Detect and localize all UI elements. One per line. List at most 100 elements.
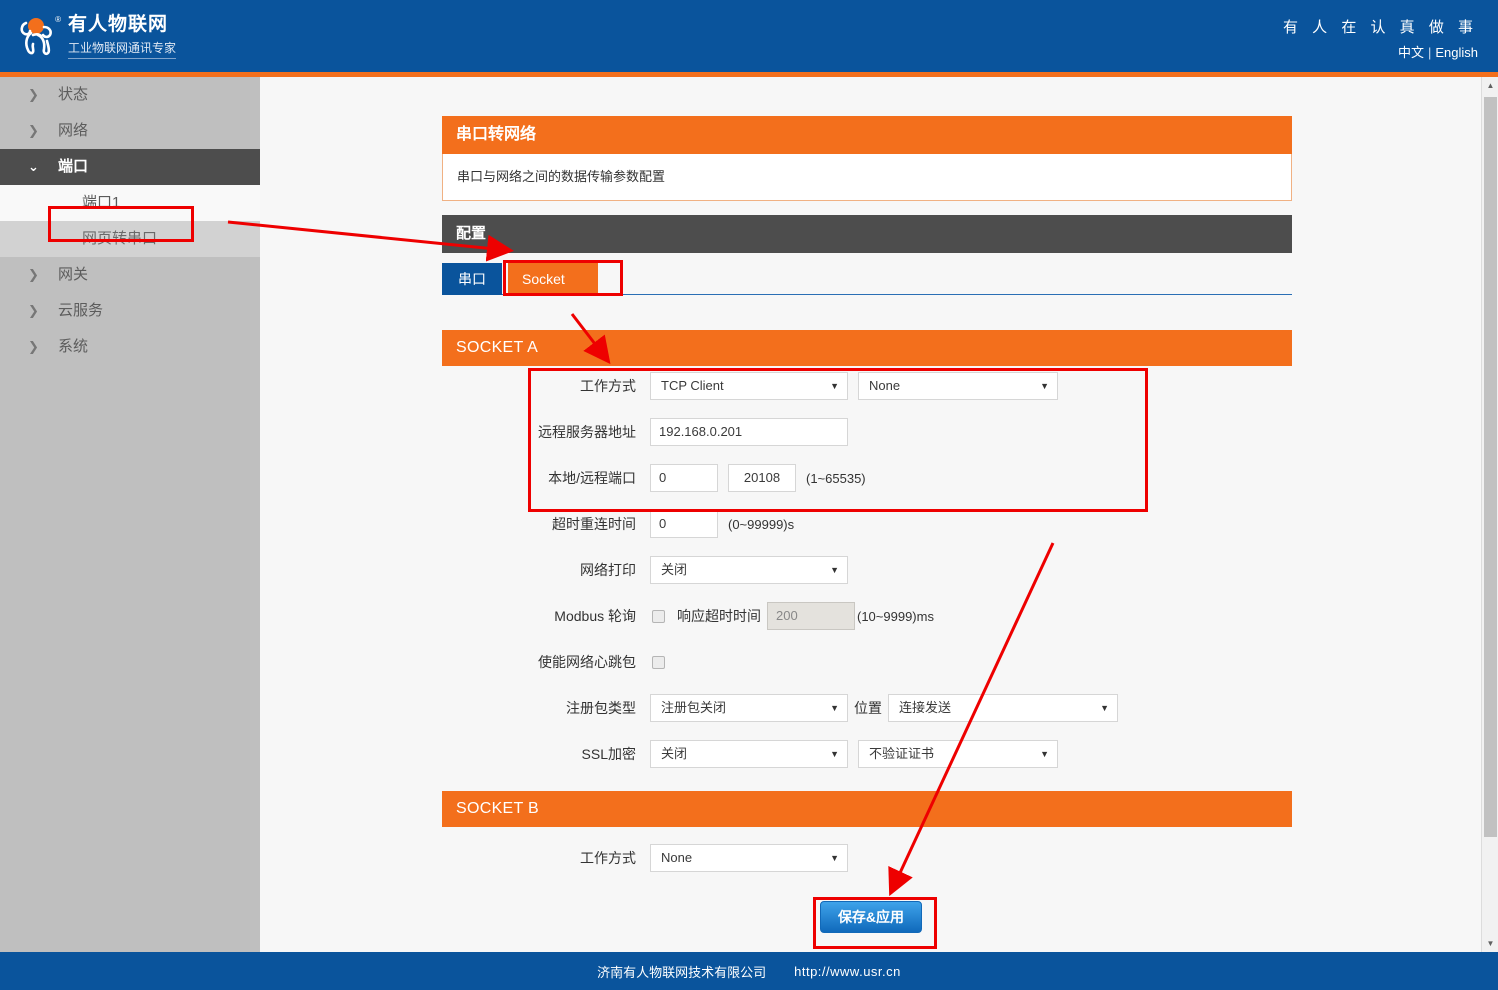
sidebar-item-label: 系统 <box>58 338 88 355</box>
select-reg-position[interactable]: 连接发送 ▼ <box>888 694 1118 722</box>
label-work-mode-b: 工作方式 <box>442 848 650 868</box>
sidebar-item-network[interactable]: ❯ 网络 <box>0 113 260 149</box>
row-work-mode-a: 工作方式 TCP Client ▼ None ▼ <box>442 363 1292 409</box>
row-ports: 本地/远程端口 0 20108 (1~65535) <box>442 455 1292 501</box>
sidebar-item-label: 状态 <box>58 86 88 103</box>
select-work-mode-a-sub[interactable]: None ▼ <box>858 372 1058 400</box>
language-switcher: 中文 | English <box>1398 42 1478 61</box>
socket-b-form: 工作方式 None ▼ <box>442 835 1292 881</box>
sidebar-item-cloud[interactable]: ❯ 云服务 <box>0 293 260 329</box>
socket-a-form: 工作方式 TCP Client ▼ None ▼ 远程服务器地址 192.168… <box>442 363 1292 777</box>
label-modbus-timeout: 响应超时时间 <box>677 606 761 626</box>
usr-logo: ® <box>14 12 62 60</box>
label-remote-address: 远程服务器地址 <box>442 422 650 442</box>
checkbox-modbus-poll[interactable] <box>652 610 665 623</box>
input-remote-port[interactable]: 20108 <box>728 464 796 492</box>
chevron-down-icon: ▼ <box>830 845 839 871</box>
checkbox-heartbeat[interactable] <box>652 656 665 669</box>
select-work-mode-a-value: TCP Client <box>661 378 724 393</box>
select-ssl-verify-value: 不验证证书 <box>869 746 934 761</box>
chevron-right-icon: ❯ <box>28 77 44 113</box>
save-button-wrap: 保存&应用 <box>820 901 922 933</box>
scrollbar-thumb[interactable] <box>1484 97 1497 837</box>
select-network-print[interactable]: 关闭 ▼ <box>650 556 848 584</box>
row-work-mode-b: 工作方式 None ▼ <box>442 835 1292 881</box>
footer-company: 济南有人物联网技术有限公司 <box>597 962 766 981</box>
select-reg-package-value: 注册包关闭 <box>661 700 726 715</box>
sidebar-item-label: 端口 <box>58 158 88 175</box>
select-work-mode-a-sub-value: None <box>869 378 900 393</box>
label-reg-position: 位置 <box>854 698 882 718</box>
brand-subtitle: 工业物联网通讯专家 <box>68 39 176 59</box>
row-reconnect-timeout: 超时重连时间 0 (0~99999)s <box>442 501 1292 547</box>
input-remote-address[interactable]: 192.168.0.201 <box>650 418 848 446</box>
registered-mark-icon: ® <box>55 15 61 24</box>
brand-block: 有人物联网 工业物联网通讯专家 <box>68 13 176 59</box>
select-reg-position-value: 连接发送 <box>899 700 951 715</box>
sidebar-subitem-label: 网页转串口 <box>82 230 157 247</box>
label-network-print: 网络打印 <box>442 560 650 580</box>
chevron-down-icon: ▼ <box>1040 741 1049 767</box>
select-work-mode-b-value: None <box>661 850 692 865</box>
sidebar-nav: ❯ 状态 ❯ 网络 ⌄ 端口 端口1 网页转串口 ❯ 网关 ❯ 云服务 ❯ 系统 <box>0 77 260 952</box>
label-work-mode-a: 工作方式 <box>442 376 650 396</box>
chevron-down-icon: ▼ <box>1040 373 1049 399</box>
select-work-mode-a[interactable]: TCP Client ▼ <box>650 372 848 400</box>
label-heartbeat: 使能网络心跳包 <box>442 652 650 672</box>
chevron-down-icon: ▼ <box>830 741 839 767</box>
main-content: 串口转网络 串口与网络之间的数据传输参数配置 配置 串口 Socket SOCK… <box>260 77 1469 952</box>
select-reg-package[interactable]: 注册包关闭 ▼ <box>650 694 848 722</box>
config-tabs: 串口 Socket <box>442 263 1292 295</box>
select-network-print-value: 关闭 <box>661 562 687 577</box>
row-reg-package: 注册包类型 注册包关闭 ▼ 位置 连接发送 ▼ <box>442 685 1292 731</box>
page-scrollbar[interactable]: ▲ ▼ <box>1481 77 1498 952</box>
select-work-mode-b[interactable]: None ▼ <box>650 844 848 872</box>
label-reg-package: 注册包类型 <box>442 698 650 718</box>
page-intro-panel: 串口转网络 串口与网络之间的数据传输参数配置 <box>442 116 1292 201</box>
label-ports: 本地/远程端口 <box>442 468 650 488</box>
chevron-right-icon: ❯ <box>28 257 44 293</box>
sidebar-item-port[interactable]: ⌄ 端口 <box>0 149 260 185</box>
sidebar-item-status[interactable]: ❯ 状态 <box>0 77 260 113</box>
chevron-down-icon: ▼ <box>830 373 839 399</box>
chevron-right-icon: ❯ <box>28 329 44 365</box>
page-header: ® 有人物联网 工业物联网通讯专家 有 人 在 认 真 做 事 中文 | Engli… <box>0 0 1498 72</box>
page-footer: 济南有人物联网技术有限公司 http://www.usr.cn <box>0 952 1498 990</box>
header-slogan: 有 人 在 认 真 做 事 <box>1283 16 1478 37</box>
chevron-down-icon: ⌄ <box>28 149 44 185</box>
scroll-down-arrow-icon[interactable]: ▼ <box>1482 935 1498 952</box>
chevron-down-icon: ▼ <box>1100 695 1109 721</box>
scroll-up-arrow-icon[interactable]: ▲ <box>1482 77 1498 94</box>
chevron-down-icon: ▼ <box>830 557 839 583</box>
sidebar-item-label: 网络 <box>58 122 88 139</box>
sidebar-item-web-to-serial[interactable]: 网页转串口 <box>0 221 260 257</box>
input-modbus-timeout[interactable]: 200 <box>767 602 855 630</box>
select-ssl-value: 关闭 <box>661 746 687 761</box>
sidebar-item-port1[interactable]: 端口1 <box>0 185 260 221</box>
input-local-port[interactable]: 0 <box>650 464 718 492</box>
row-ssl: SSL加密 关闭 ▼ 不验证证书 ▼ <box>442 731 1292 777</box>
label-reconnect-timeout: 超时重连时间 <box>442 514 650 534</box>
chevron-down-icon: ▼ <box>830 695 839 721</box>
input-reconnect-timeout[interactable]: 0 <box>650 510 718 538</box>
lang-english[interactable]: English <box>1435 45 1478 60</box>
chevron-right-icon: ❯ <box>28 113 44 149</box>
sidebar-item-gateway[interactable]: ❯ 网关 <box>0 257 260 293</box>
lang-separator: | <box>1428 45 1431 60</box>
page-description: 串口与网络之间的数据传输参数配置 <box>442 154 1292 201</box>
row-heartbeat: 使能网络心跳包 <box>442 639 1292 685</box>
sidebar-item-system[interactable]: ❯ 系统 <box>0 329 260 365</box>
config-section-header: 配置 <box>442 215 1292 253</box>
tab-socket[interactable]: Socket <box>508 263 598 295</box>
hint-modbus-timeout-range: (10~9999)ms <box>857 609 934 624</box>
tab-serial[interactable]: 串口 <box>442 263 502 295</box>
label-modbus-poll: Modbus 轮询 <box>442 606 650 626</box>
app-window: ® 有人物联网 工业物联网通讯专家 有 人 在 认 真 做 事 中文 | Engli… <box>0 0 1498 990</box>
save-and-apply-button[interactable]: 保存&应用 <box>820 901 922 933</box>
select-ssl-verify[interactable]: 不验证证书 ▼ <box>858 740 1058 768</box>
footer-url[interactable]: http://www.usr.cn <box>794 964 901 979</box>
brand-name: 有人物联网 <box>68 13 176 37</box>
lang-chinese[interactable]: 中文 <box>1398 45 1424 60</box>
row-remote-address: 远程服务器地址 192.168.0.201 <box>442 409 1292 455</box>
select-ssl[interactable]: 关闭 ▼ <box>650 740 848 768</box>
